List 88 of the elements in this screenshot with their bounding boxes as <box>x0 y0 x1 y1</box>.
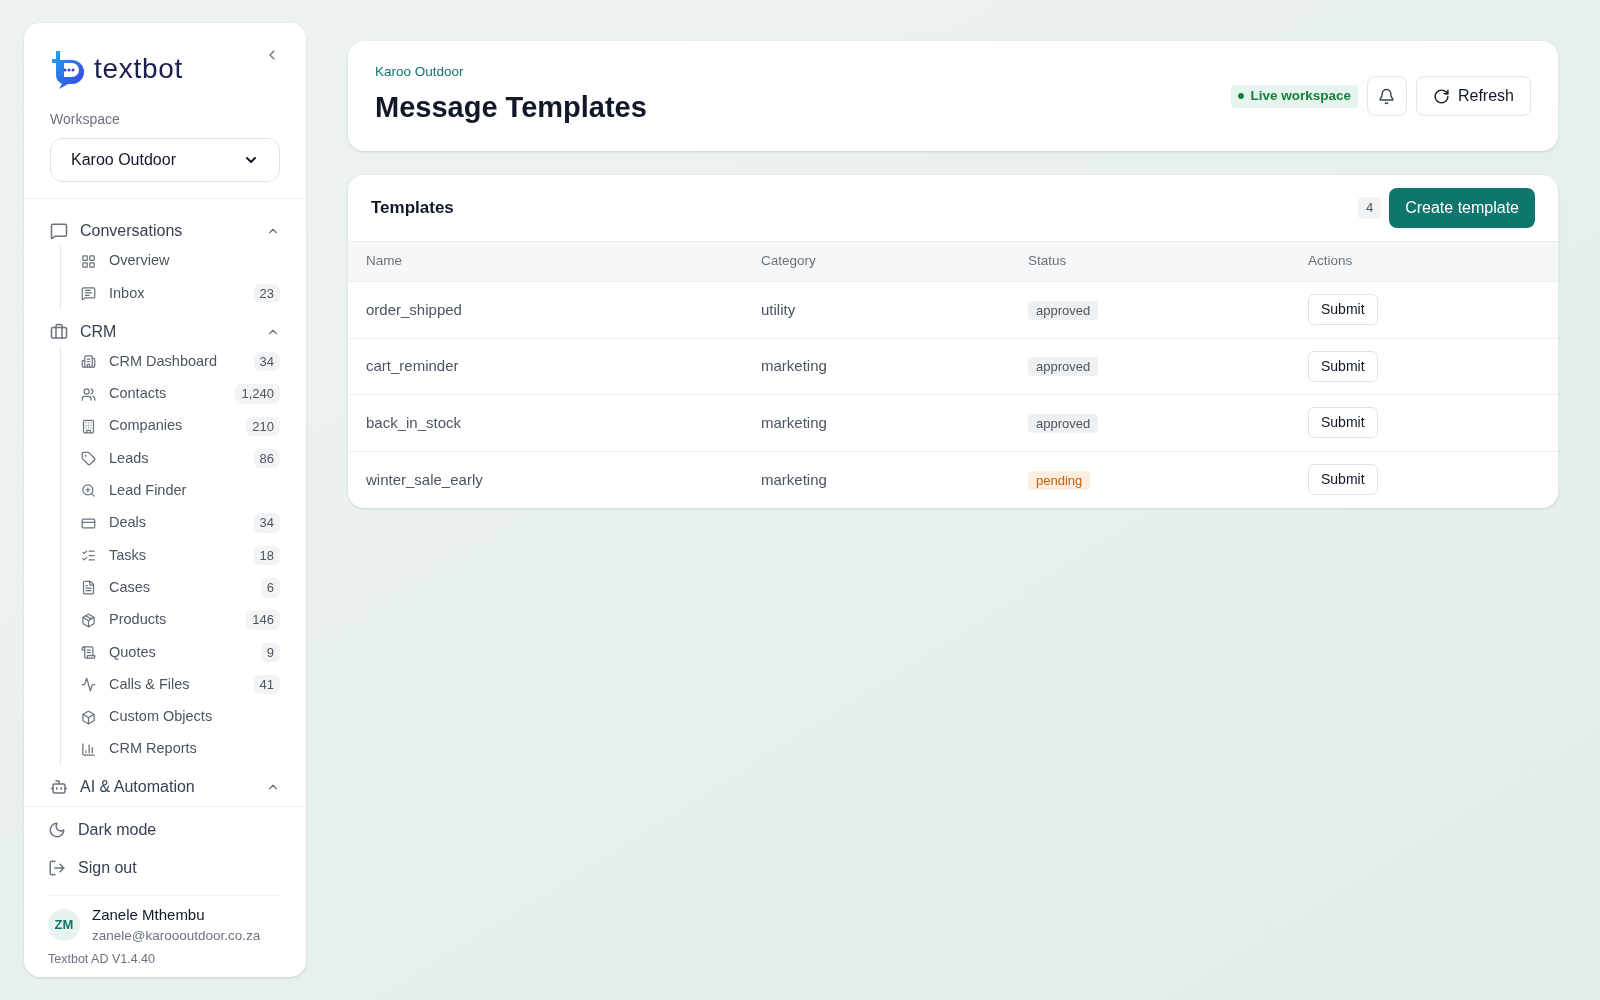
count-badge: 34 <box>253 513 280 533</box>
nav-item[interactable]: Tasks 18 <box>81 539 280 572</box>
bar-chart-icon <box>81 741 96 757</box>
nav-item[interactable]: Custom Objects <box>81 700 280 734</box>
count-badge: 6 <box>260 578 280 598</box>
user-name: Zanele Mthembu <box>92 904 206 925</box>
status-badge: approved <box>1028 413 1099 433</box>
nav-group-header[interactable]: CRM <box>50 317 280 346</box>
chat-icon <box>50 222 68 240</box>
version-text: Textbot AD V1.4.40 <box>48 951 156 969</box>
package-icon <box>81 612 96 628</box>
nav-item[interactable]: Companies 210 <box>81 410 280 443</box>
count-badge: 1,240 <box>235 384 280 404</box>
user-email: zanele@karoooutdoor.co.za <box>92 927 261 945</box>
grid-icon <box>81 253 96 269</box>
nav-item[interactable]: Overview <box>81 245 280 278</box>
robot-icon <box>50 778 68 797</box>
column-header: Name <box>366 252 403 271</box>
nav-group-header[interactable]: Conversations <box>50 217 280 245</box>
page-title: Message Templates <box>375 90 647 126</box>
column-header: Status <box>1028 252 1068 271</box>
section-title: Templates <box>371 197 454 220</box>
search-icon <box>81 483 96 499</box>
count-badge: 86 <box>253 448 280 469</box>
notifications-button[interactable] <box>1366 76 1407 116</box>
building-icon <box>81 418 96 434</box>
table-cell: marketing <box>761 470 827 488</box>
checklist-icon <box>81 548 96 563</box>
submit-button[interactable]: Submit <box>1308 350 1378 382</box>
nav-item[interactable]: CRM Dashboard 34 <box>81 345 280 378</box>
submit-button[interactable]: Submit <box>1308 407 1378 439</box>
logout-icon <box>48 858 66 877</box>
people-icon <box>81 386 96 402</box>
count-badge: 146 <box>246 610 280 630</box>
nav-item[interactable]: Quotes 9 <box>81 636 280 669</box>
dark-mode-button[interactable]: Dark mode <box>48 810 282 849</box>
table-cell: winter_sale_early <box>366 470 483 488</box>
user-avatar: ZM <box>48 908 80 941</box>
table-cell: order_shipped <box>366 300 462 318</box>
create-template-button[interactable]: Create template <box>1389 188 1535 228</box>
submit-button[interactable]: Submit <box>1308 464 1378 496</box>
brand-name: textbot <box>94 55 183 83</box>
card-icon <box>81 515 96 531</box>
cube-icon <box>81 709 96 725</box>
table-cell: back_in_stock <box>366 413 462 431</box>
nav-item[interactable]: Products 146 <box>81 603 280 637</box>
sign-out-button[interactable]: Sign out <box>48 848 282 887</box>
briefcase-icon <box>50 322 68 341</box>
refresh-button[interactable]: Refresh <box>1415 76 1531 116</box>
nav-item[interactable]: Calls & Files 41 <box>81 668 280 701</box>
status-badge: approved <box>1028 300 1099 320</box>
column-header: Category <box>761 252 817 271</box>
nav-item[interactable]: Inbox 23 <box>81 277 280 310</box>
nav-group-header[interactable]: AI & Automation <box>50 773 280 802</box>
status-badge: approved <box>1028 357 1099 377</box>
table-cell: marketing <box>761 357 827 375</box>
live-status-badge: Live workspace <box>1231 84 1358 108</box>
nav-item[interactable]: Lead Finder <box>81 474 280 508</box>
count-badge: 18 <box>253 545 280 566</box>
nav-item[interactable]: CRM Reports <box>81 733 280 766</box>
table-cell: utility <box>761 300 796 318</box>
document-icon <box>81 580 96 596</box>
workspace-label: Workspace <box>50 110 121 129</box>
table-cell: cart_reminder <box>366 357 459 375</box>
submit-button[interactable]: Submit <box>1308 294 1378 326</box>
column-header: Actions <box>1308 252 1354 271</box>
moon-icon <box>48 820 66 839</box>
nav-item[interactable]: Contacts 1,240 <box>81 377 280 411</box>
status-badge: pending <box>1028 470 1091 490</box>
count-badge: 23 <box>253 283 280 304</box>
nav-item[interactable]: Deals 34 <box>81 507 280 540</box>
nav-item[interactable]: Leads 86 <box>81 442 280 475</box>
nav-item[interactable]: Cases 6 <box>81 571 280 604</box>
refresh-icon <box>1432 87 1450 105</box>
tag-icon <box>81 451 96 467</box>
document-icon <box>81 644 96 660</box>
count-badge: 41 <box>253 674 280 695</box>
message-icon <box>81 285 96 301</box>
count-badge: 4 <box>1357 197 1382 219</box>
table-cell: marketing <box>761 413 827 431</box>
count-badge: 210 <box>246 416 280 437</box>
count-badge: 34 <box>253 352 280 372</box>
breadcrumb: Karoo Outdoor <box>375 63 465 82</box>
building-icon <box>81 354 96 370</box>
bell-icon <box>1378 87 1396 105</box>
workspace-select[interactable]: Karoo Outdoor <box>50 138 280 182</box>
count-badge: 9 <box>260 642 280 663</box>
pulse-icon <box>81 677 96 693</box>
